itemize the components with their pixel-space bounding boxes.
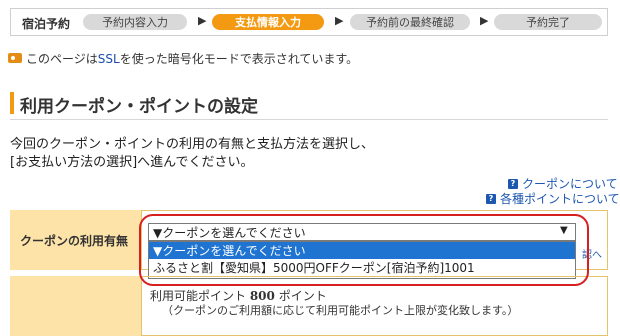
step-complete: 予約完了	[494, 14, 602, 30]
help-links: ? クーポンについて ? 各種ポイントについて	[486, 176, 620, 206]
points-prefix: 利用可能ポイント	[150, 289, 250, 303]
step-arrow-icon: ▶	[480, 14, 489, 27]
help-icon: ?	[486, 193, 496, 204]
progress-label: 宿泊予約	[22, 17, 71, 31]
section-accent-bar	[10, 92, 14, 114]
help-icon: ?	[508, 178, 518, 189]
highlight-outline	[139, 214, 589, 286]
step-final-confirmation: 予約前の最終確認	[350, 14, 470, 30]
points-label-cell	[10, 276, 142, 336]
intro-text: 今回のクーポン・ポイントの利用の有無と支払方法を選択し、 [お支払い方法の選択]…	[10, 136, 374, 172]
ssl-suffix: を使った暗号化モードで表示されています。	[119, 52, 359, 66]
ssl-prefix: このページは	[26, 52, 98, 66]
intro-line-1: 今回のクーポン・ポイントの利用の有無と支払方法を選択し、	[10, 137, 375, 152]
step-arrow-icon: ▶	[335, 14, 344, 27]
divider	[10, 119, 608, 120]
ssl-highlight: SSL	[97, 52, 120, 66]
points-help-link[interactable]: 各種ポイントについて	[500, 190, 620, 207]
section-title: 利用クーポン・ポイントの設定	[20, 97, 258, 117]
step-reservation-input: 予約内容入力	[83, 14, 187, 30]
points-help-row: ? 各種ポイントについて	[486, 191, 620, 206]
points-note: （クーポンのご利用額に応じて利用可能ポイント上限が変化致します。）	[162, 304, 519, 317]
points-suffix: ポイント	[274, 289, 327, 303]
intro-line-2: [お支払い方法の選択]へ進んでください。	[10, 155, 254, 170]
step-payment-input: 支払情報入力	[212, 14, 324, 30]
coupon-help-row: ? クーポンについて	[486, 176, 620, 191]
points-value: 800	[249, 289, 275, 303]
coupon-label: クーポンの利用有無	[20, 234, 129, 248]
step-arrow-icon: ▶	[198, 14, 207, 27]
key-icon	[8, 53, 22, 63]
ssl-notice: このページはSSLを使った暗号化モードで表示されています。	[26, 50, 358, 67]
